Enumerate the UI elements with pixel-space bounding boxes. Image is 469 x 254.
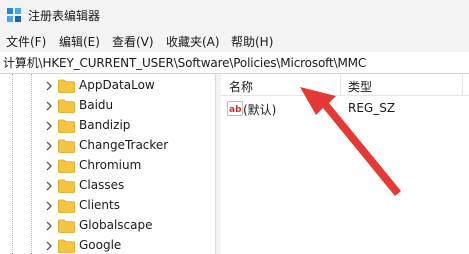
tree-item-clients[interactable]: Clients — [0, 196, 215, 216]
folder-icon — [58, 119, 75, 133]
tree-item-label: Clients — [79, 198, 120, 212]
menu-help[interactable]: 帮助(H) — [231, 33, 273, 50]
window-title: 注册表编辑器 — [28, 9, 101, 23]
svg-text:ab: ab — [229, 105, 242, 115]
chevron-right-icon[interactable] — [43, 220, 55, 232]
tree-item-changetracker[interactable]: ChangeTracker — [0, 136, 215, 156]
column-divider[interactable] — [340, 74, 341, 96]
menu-file[interactable]: 文件(F) — [6, 33, 46, 50]
chevron-right-icon[interactable] — [43, 120, 55, 132]
column-divider[interactable] — [462, 74, 463, 96]
address-bar[interactable]: 计算机\HKEY_CURRENT_USER\Software\Policies\… — [0, 52, 469, 74]
menu-bar: 文件(F) 编辑(E) 查看(V) 收藏夹(A) 帮助(H) — [0, 30, 469, 52]
tree-item-label: Bandizip — [79, 118, 131, 132]
key-tree[interactable]: AppDataLow Baidu Bandizip ChangeTracker … — [0, 74, 215, 254]
chevron-right-icon[interactable] — [43, 140, 55, 152]
column-header-name[interactable]: 名称 — [229, 78, 253, 95]
menu-favorites[interactable]: 收藏夹(A) — [166, 33, 220, 50]
column-header-type[interactable]: 类型 — [348, 78, 372, 95]
tree-item-appdatalow[interactable]: AppDataLow — [0, 76, 215, 96]
menu-edit[interactable]: 编辑(E) — [59, 33, 100, 50]
folder-icon — [58, 179, 75, 193]
menu-view[interactable]: 查看(V) — [112, 33, 154, 50]
folder-icon — [58, 99, 75, 113]
tree-item-label: Globalscape — [79, 218, 153, 232]
title-bar: 注册表编辑器 — [0, 0, 469, 30]
tree-item-globalscape[interactable]: Globalscape — [0, 216, 215, 236]
tree-item-label: Google — [79, 238, 122, 252]
value-row[interactable]: ab (默认) REG_SZ — [221, 99, 469, 119]
folder-icon — [58, 159, 75, 173]
folder-icon — [58, 79, 75, 93]
tree-item-bandizip[interactable]: Bandizip — [0, 116, 215, 136]
tree-item-baidu[interactable]: Baidu — [0, 96, 215, 116]
folder-icon — [58, 219, 75, 233]
regedit-icon — [7, 8, 21, 22]
registry-path[interactable]: 计算机\HKEY_CURRENT_USER\Software\Policies\… — [3, 54, 366, 71]
chevron-right-icon[interactable] — [43, 240, 55, 252]
tree-item-label: Classes — [79, 178, 125, 192]
value-name: (默认) — [243, 103, 277, 117]
column-header: 名称 类型 — [221, 74, 469, 96]
folder-icon — [58, 199, 75, 213]
folder-icon — [58, 139, 75, 153]
chevron-right-icon[interactable] — [43, 100, 55, 112]
chevron-right-icon[interactable] — [43, 180, 55, 192]
chevron-right-icon[interactable] — [43, 160, 55, 172]
tree-item-google[interactable]: Google — [0, 236, 215, 254]
folder-icon — [58, 239, 75, 253]
tree-item-chromium[interactable]: Chromium — [0, 156, 215, 176]
tree-item-classes[interactable]: Classes — [0, 176, 215, 196]
chevron-right-icon[interactable] — [43, 80, 55, 92]
tree-item-label: AppDataLow — [79, 78, 155, 92]
tree-item-label: ChangeTracker — [79, 138, 169, 152]
chevron-right-icon[interactable] — [43, 200, 55, 212]
value-type: REG_SZ — [348, 101, 396, 115]
tree-item-label: Chromium — [79, 158, 142, 172]
tree-item-label: Baidu — [79, 98, 114, 112]
reg-sz-icon: ab — [227, 101, 243, 116]
values-pane[interactable]: 名称 类型 ab (默认) REG_SZ — [221, 74, 469, 254]
